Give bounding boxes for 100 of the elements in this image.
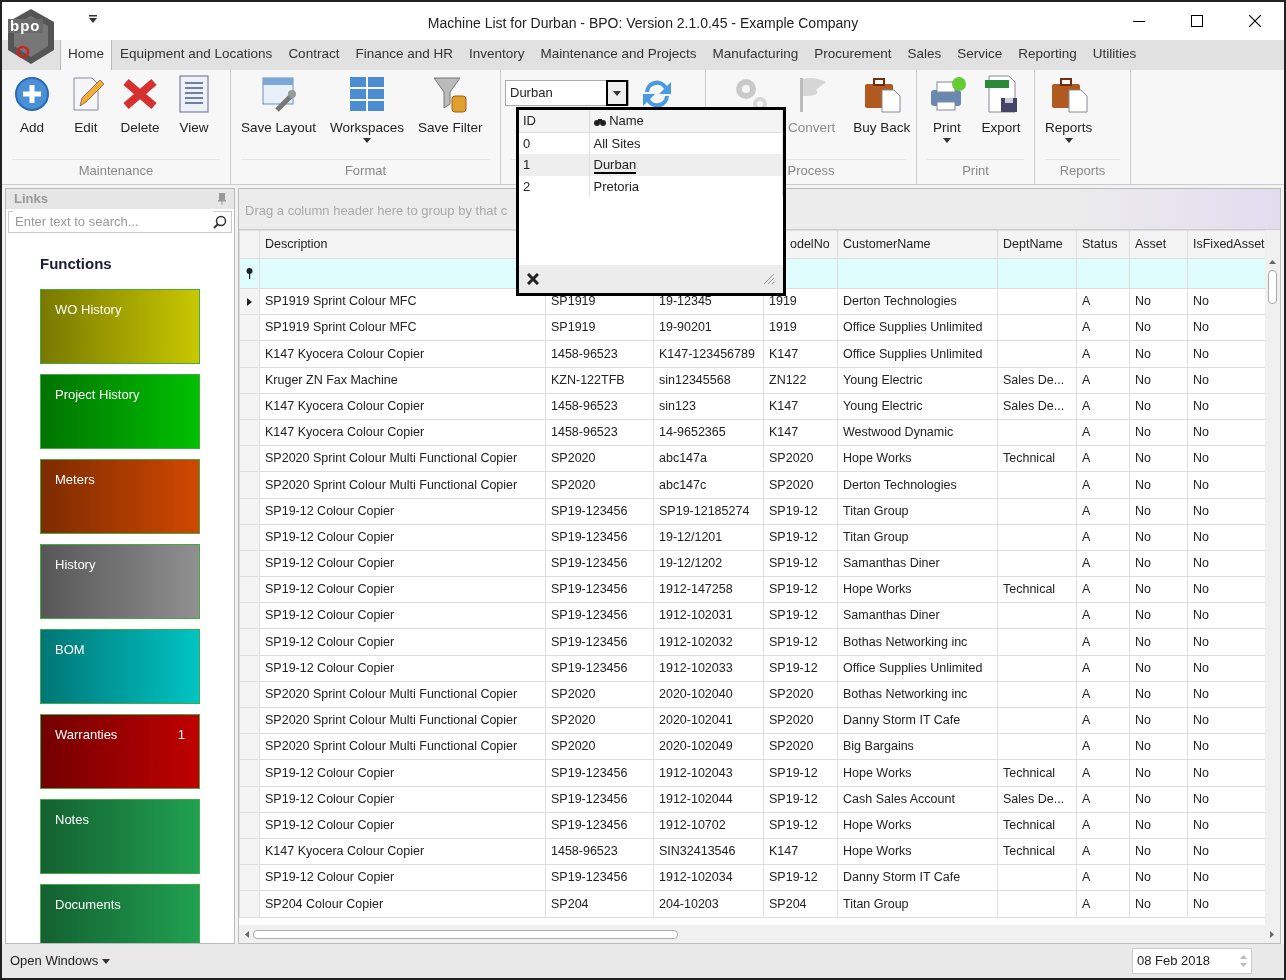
- table-cell: A: [1076, 367, 1130, 394]
- ribbon-button[interactable]: View: [168, 74, 220, 139]
- ribbon-button[interactable]: Save Layout: [235, 74, 323, 139]
- table-cell: Bothas Networking inc: [837, 628, 998, 656]
- ribbon-tab[interactable]: Contract: [280, 37, 348, 70]
- ribbon-tab[interactable]: Reporting: [1010, 37, 1085, 70]
- column-header[interactable]: ID: [523, 113, 536, 128]
- add-icon: [12, 74, 52, 114]
- table-cell: SP2020: [763, 445, 838, 472]
- column-header[interactable]: CustomerName: [837, 230, 998, 259]
- table-cell: SP19-12 Colour Copier: [259, 864, 546, 891]
- table-cell: Office Supplies Unlimited: [837, 655, 998, 682]
- ribbon-button[interactable]: Edit: [60, 74, 112, 139]
- filter-cell[interactable]: [1187, 258, 1265, 289]
- table-cell: Titan Group: [837, 524, 998, 551]
- table-cell: SP204 Colour Copier: [259, 890, 546, 917]
- list-cell: 0: [523, 135, 531, 151]
- filter-cell[interactable]: [1129, 258, 1188, 289]
- function-tile[interactable]: BOM: [40, 629, 200, 704]
- column-header[interactable]: Name: [593, 113, 644, 128]
- filter-cell[interactable]: [1076, 258, 1130, 289]
- ribbon-tab[interactable]: Maintenance and Projects: [532, 37, 705, 70]
- table-cell: No: [1129, 628, 1188, 656]
- table-cell: 19-12/1201: [653, 524, 764, 551]
- table-cell: No: [1129, 655, 1188, 682]
- column-header[interactable]: Status: [1076, 230, 1130, 259]
- date-field[interactable]: 08 Feb 2018: [1132, 948, 1252, 974]
- table-cell: No: [1129, 576, 1188, 603]
- ribbon-tab[interactable]: Inventory: [460, 37, 533, 70]
- ribbon-button[interactable]: Save Filter: [412, 74, 489, 139]
- ribbon-tab[interactable]: Finance and HR: [347, 37, 461, 70]
- function-tile[interactable]: Project History: [40, 374, 200, 449]
- table-cell: A: [1076, 393, 1130, 420]
- ribbon-button[interactable]: Buy Back: [847, 74, 917, 139]
- table-cell: SP19-123456: [545, 864, 654, 891]
- tile-label: Documents: [55, 896, 121, 914]
- ribbon-tab[interactable]: Equipment and Locations: [112, 37, 281, 70]
- table-cell: SP2020 Sprint Colour Multi Functional Copier: [259, 471, 546, 498]
- table-cell: 1912-102034: [653, 864, 764, 891]
- table-cell: SP19-123456: [545, 550, 654, 577]
- table-cell: SP2020: [763, 707, 838, 734]
- function-tile[interactable]: History: [40, 544, 200, 619]
- list-row[interactable]: 2 Pretoria: [519, 175, 783, 197]
- table-cell: 1458-96523: [545, 340, 654, 368]
- search-field[interactable]: Enter text to search...: [8, 210, 232, 233]
- table-cell: 2020-102040: [653, 681, 764, 708]
- function-tile[interactable]: WO History: [40, 289, 200, 364]
- table-cell: SP204: [763, 890, 838, 917]
- table-cell: SP19-12 Colour Copier: [259, 628, 546, 656]
- pin-icon[interactable]: [218, 192, 226, 205]
- ribbon-tab[interactable]: Manufacturing: [704, 37, 807, 70]
- ribbon-button[interactable]: Workspaces: [324, 74, 411, 144]
- table-cell: sin123: [653, 393, 764, 420]
- table-cell: No: [1129, 759, 1188, 787]
- function-tile[interactable]: Documents: [40, 884, 200, 943]
- function-tile[interactable]: Notes: [40, 799, 200, 874]
- table-cell: SP2020 Sprint Colour Multi Functional Copier: [259, 445, 546, 472]
- column-header[interactable]: DeptName: [997, 230, 1077, 259]
- ribbon-button[interactable]: Reports: [1039, 74, 1099, 144]
- filter-cell[interactable]: [997, 258, 1077, 289]
- ribbon-button[interactable]: Print: [921, 74, 973, 144]
- ribbon-button[interactable]: Delete: [114, 74, 166, 139]
- close-icon[interactable]: [527, 273, 539, 285]
- ribbon-tab[interactable]: Service: [949, 37, 1011, 70]
- column-header[interactable]: Asset: [1129, 230, 1188, 259]
- open-windows-menu[interactable]: Open Windows: [10, 951, 110, 971]
- table-cell: Hope Works: [837, 445, 998, 472]
- table-cell: A: [1076, 890, 1130, 917]
- table-cell: SP2020: [545, 707, 654, 734]
- table-cell: 1458-96523: [545, 838, 654, 865]
- ribbon-tab[interactable]: Procurement: [806, 37, 900, 70]
- function-tile[interactable]: Meters: [40, 459, 200, 534]
- ribbon-button[interactable]: Export: [975, 74, 1027, 139]
- horizontal-scrollbar[interactable]: [239, 925, 1280, 943]
- table-cell: SP2020: [545, 445, 654, 472]
- scroll-thumb[interactable]: [253, 929, 678, 939]
- table-cell: SP19-12 Colour Copier: [259, 524, 546, 551]
- column-header[interactable]: IsFixedAsset: [1187, 230, 1265, 259]
- site-dropdown[interactable]: Durban: [505, 80, 629, 106]
- dropdown-arrow-icon[interactable]: [88, 14, 98, 24]
- table-cell: Titan Group: [837, 890, 998, 917]
- ribbon-button[interactable]: Add: [6, 74, 58, 139]
- table-cell: A: [1076, 628, 1130, 656]
- resize-grip-icon[interactable]: [763, 273, 775, 285]
- filter-cell[interactable]: [837, 258, 998, 289]
- table-cell: No: [1129, 550, 1188, 577]
- table-cell: SP19-12: [763, 628, 838, 656]
- table-cell: SP19-12 Colour Copier: [259, 655, 546, 682]
- vertical-scrollbar[interactable]: [1265, 230, 1280, 925]
- table-cell: 19-90201: [653, 314, 764, 341]
- table-cell: Technical: [997, 759, 1077, 787]
- table-cell: SP19-123456: [545, 498, 654, 525]
- table-cell: Derton Technologies: [837, 288, 998, 315]
- function-tile[interactable]: Warranties 1: [40, 714, 200, 789]
- table-cell: No: [1129, 314, 1188, 341]
- scroll-thumb[interactable]: [1268, 270, 1277, 304]
- ribbon-tab[interactable]: Sales: [899, 37, 950, 70]
- table-cell: Technical: [997, 838, 1077, 865]
- ribbon-tab[interactable]: Utilities: [1084, 37, 1145, 70]
- table-cell: No: [1129, 498, 1188, 525]
